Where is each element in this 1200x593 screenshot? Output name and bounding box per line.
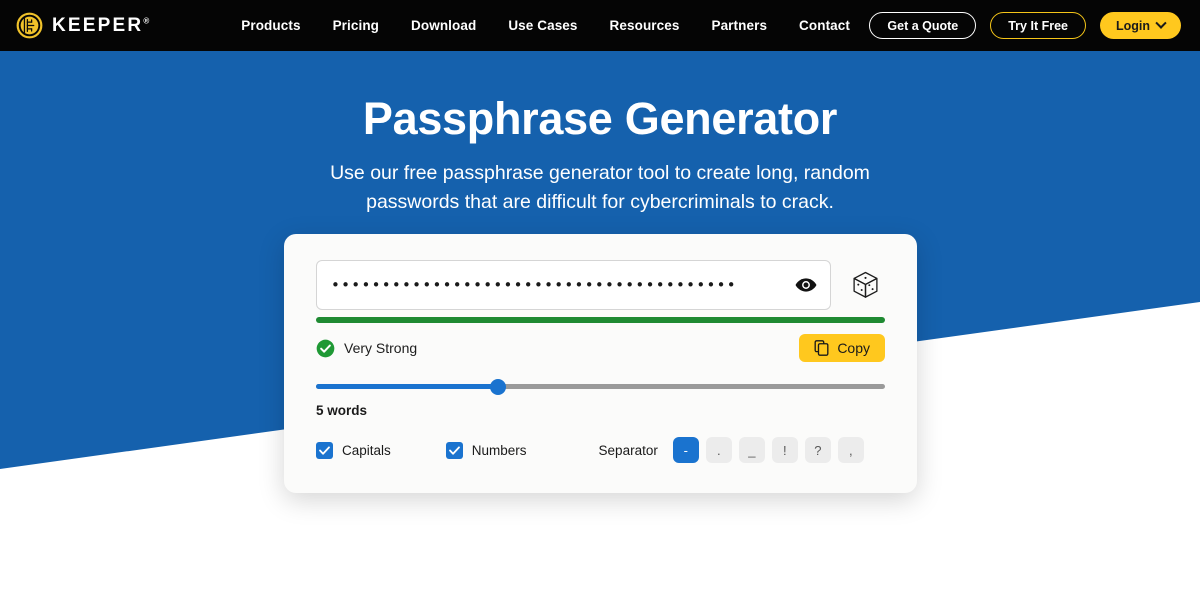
check-circle-icon <box>316 339 335 357</box>
passphrase-generator-card: •••••••••••••••••••••••••••••••••••••••• <box>284 234 917 493</box>
try-it-free-button[interactable]: Try It Free <box>990 12 1086 39</box>
separator-option-exclaim[interactable]: ! <box>771 437 798 463</box>
separator-selector: Separator - . _ ! ? , <box>599 437 864 463</box>
strength-indicator: Very Strong <box>316 339 417 358</box>
nav-link-download[interactable]: Download <box>395 18 492 33</box>
login-button-label: Login <box>1115 18 1150 33</box>
copy-button[interactable]: Copy <box>799 334 885 362</box>
chevron-down-icon <box>1155 17 1167 29</box>
strength-label: Very Strong <box>344 340 418 356</box>
nav-link-use-cases[interactable]: Use Cases <box>492 18 593 33</box>
login-button[interactable]: Login <box>1099 12 1181 39</box>
nav-link-products[interactable]: Products <box>225 18 316 33</box>
password-row: •••••••••••••••••••••••••••••••••••••••• <box>316 260 885 310</box>
password-value: •••••••••••••••••••••••••••••••••••••••• <box>331 277 737 293</box>
separator-option-period[interactable]: . <box>705 437 732 463</box>
nav-links: Products Pricing Download Use Cases Reso… <box>225 18 866 33</box>
password-strength-bar <box>316 317 885 323</box>
checkbox-numbers-box <box>445 441 463 459</box>
separator-option-comma[interactable]: , <box>837 437 864 463</box>
top-navigation-bar: KEEPER® Products Pricing Download Use Ca… <box>0 0 1200 51</box>
separator-option-underscore[interactable]: _ <box>738 437 765 463</box>
nav-link-pricing[interactable]: Pricing <box>317 18 395 33</box>
eye-icon <box>795 278 817 292</box>
checkbox-capitals[interactable]: Capitals <box>316 441 391 459</box>
check-icon <box>319 445 330 455</box>
checkbox-numbers-label: Numbers <box>471 442 527 458</box>
get-a-quote-button[interactable]: Get a Quote <box>869 12 977 39</box>
word-count-label: 5 words <box>316 403 368 418</box>
nav-link-resources[interactable]: Resources <box>594 18 696 33</box>
slider-fill <box>316 384 499 389</box>
brand-trademark: ® <box>143 16 150 26</box>
dice-icon <box>852 271 878 298</box>
page-root: KEEPER® Products Pricing Download Use Ca… <box>0 0 1200 593</box>
separator-option-dash[interactable]: - <box>672 437 699 463</box>
toggle-password-visibility-button[interactable] <box>794 273 818 297</box>
check-icon <box>448 445 460 455</box>
copy-icon <box>814 340 829 356</box>
strength-and-copy-row: Very Strong Copy <box>316 334 885 362</box>
separator-option-question[interactable]: ? <box>804 437 831 463</box>
slider-thumb[interactable] <box>490 379 507 395</box>
nav-link-partners[interactable]: Partners <box>695 18 783 33</box>
page-subtitle: Use our free passphrase generator tool t… <box>330 161 870 213</box>
checkbox-capitals-label: Capitals <box>342 442 391 458</box>
word-count-slider[interactable] <box>316 379 885 395</box>
hero-section: Passphrase Generator Use our free passph… <box>0 93 1200 217</box>
checkbox-numbers[interactable]: Numbers <box>445 441 527 459</box>
nav-action-buttons: Get a Quote Try It Free Login <box>869 12 1181 39</box>
separator-label: Separator <box>598 442 658 458</box>
checkbox-capitals-box <box>316 441 333 459</box>
keeper-logo-icon <box>16 12 43 39</box>
brand-name: KEEPER® <box>52 15 150 36</box>
regenerate-passphrase-button[interactable] <box>845 265 885 305</box>
copy-button-label: Copy <box>837 340 870 356</box>
page-title: Passphrase Generator <box>362 93 838 144</box>
brand-logo[interactable]: KEEPER® <box>16 12 149 39</box>
nav-link-contact[interactable]: Contact <box>783 18 866 33</box>
generator-options-row: Capitals Numbers Separator - . _ ! ? , <box>316 437 885 463</box>
password-field[interactable]: •••••••••••••••••••••••••••••••••••••••• <box>316 260 831 310</box>
